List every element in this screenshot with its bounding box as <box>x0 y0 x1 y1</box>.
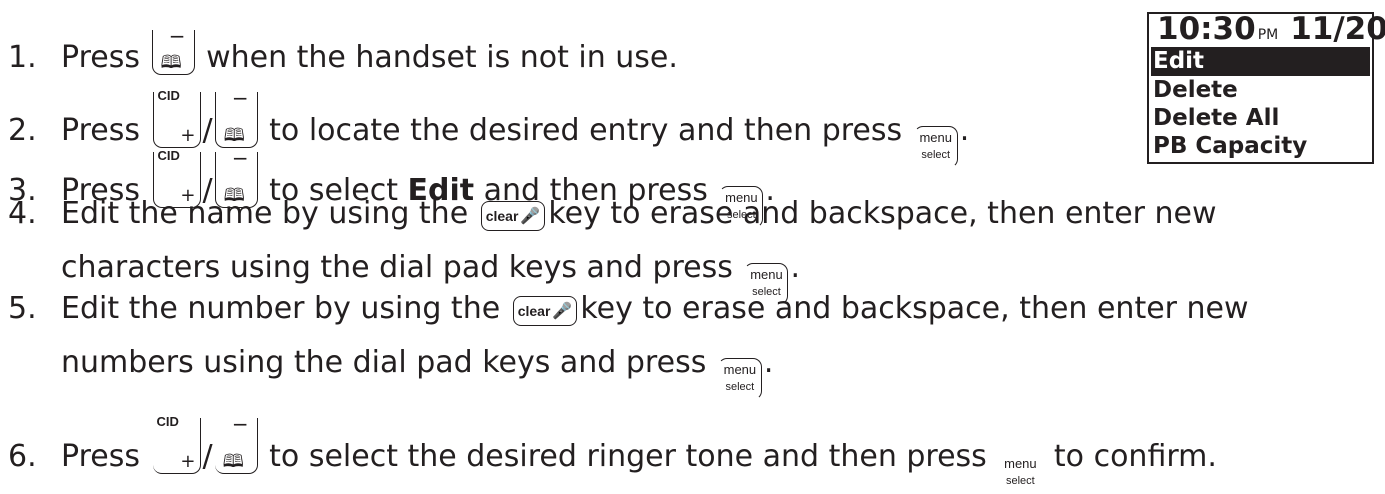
step-text: . <box>763 345 774 380</box>
step-text: Press <box>61 40 140 75</box>
step-4: 4. Edit the name by using the clear 🎤 key t… <box>8 196 1217 232</box>
step-number: 1. <box>8 40 37 75</box>
lcd-status-line: 10:30 PM 11/20 <box>1157 12 1385 52</box>
menu-select-key-icon: menu select <box>913 125 958 168</box>
phonebook-minus-key-icon: − 🕮 <box>151 26 195 75</box>
handset-lcd-display: 10:30 PM 11/20 Edit Delete Delete All PB C… <box>1147 12 1385 164</box>
step-1: 1. Press − 🕮 when the handset is not in us… <box>8 26 678 76</box>
phonebook-minus-key-icon: − 🕮 <box>214 88 258 148</box>
step-text: key to erase and backspace, then enter n… <box>580 291 1249 326</box>
step-text: Press <box>61 439 140 474</box>
step-text: to confirm. <box>1053 439 1217 474</box>
step-text: Press <box>61 113 140 148</box>
step-text: . <box>959 113 970 148</box>
lcd-ampm: PM <box>1257 27 1279 43</box>
slash: / <box>202 439 213 474</box>
menu-select-key-icon: menu select <box>717 357 762 400</box>
clear-mute-key-icon: clear 🎤 <box>480 201 546 231</box>
cid-plus-key-icon: CID + <box>152 415 201 474</box>
step-number: 2. <box>8 113 37 148</box>
slash: / <box>202 113 213 148</box>
lcd-menu-item-edit: Edit <box>1151 47 1370 76</box>
menu-select-key-icon: menu select <box>1004 456 1037 488</box>
phonebook-minus-key-icon: − 🕮 <box>214 414 258 474</box>
step-text: . <box>790 250 800 285</box>
lcd-date: 11/20 <box>1290 11 1385 47</box>
step-text: Edit the number by using the <box>61 291 501 326</box>
step-number: 5. <box>8 291 37 326</box>
lcd-menu-item-delete-all: Delete All <box>1153 105 1280 131</box>
step-5-continued: numbers using the dial pad keys and pres… <box>61 345 773 400</box>
step-text: numbers using the dial pad keys and pres… <box>61 345 707 380</box>
step-number: 4. <box>8 196 37 231</box>
step-text: to select the desired ringer tone and th… <box>269 439 987 474</box>
step-6: 6. Press CID + / − 🕮 to select the desired ri… <box>8 414 1217 494</box>
lcd-time: 10:30 <box>1157 11 1256 47</box>
step-number: 6. <box>8 439 37 474</box>
clear-mute-key-icon: clear 🎤 <box>512 296 578 326</box>
step-text: when the handset is not in use. <box>206 40 678 75</box>
step-5: 5. Edit the number by using the clear 🎤 key… <box>8 291 1249 327</box>
lcd-menu-item-delete: Delete <box>1153 77 1238 103</box>
step-text: Edit the name by using the <box>61 196 469 231</box>
step-text: to locate the desired entry and then pre… <box>269 113 903 148</box>
step-text: key to erase and backspace, then enter n… <box>548 196 1217 231</box>
step-text: characters using the dial pad keys and p… <box>61 250 733 285</box>
lcd-menu-item-pb-capacity: PB Capacity <box>1153 133 1308 159</box>
cid-plus-key-icon: CID + <box>152 89 201 148</box>
